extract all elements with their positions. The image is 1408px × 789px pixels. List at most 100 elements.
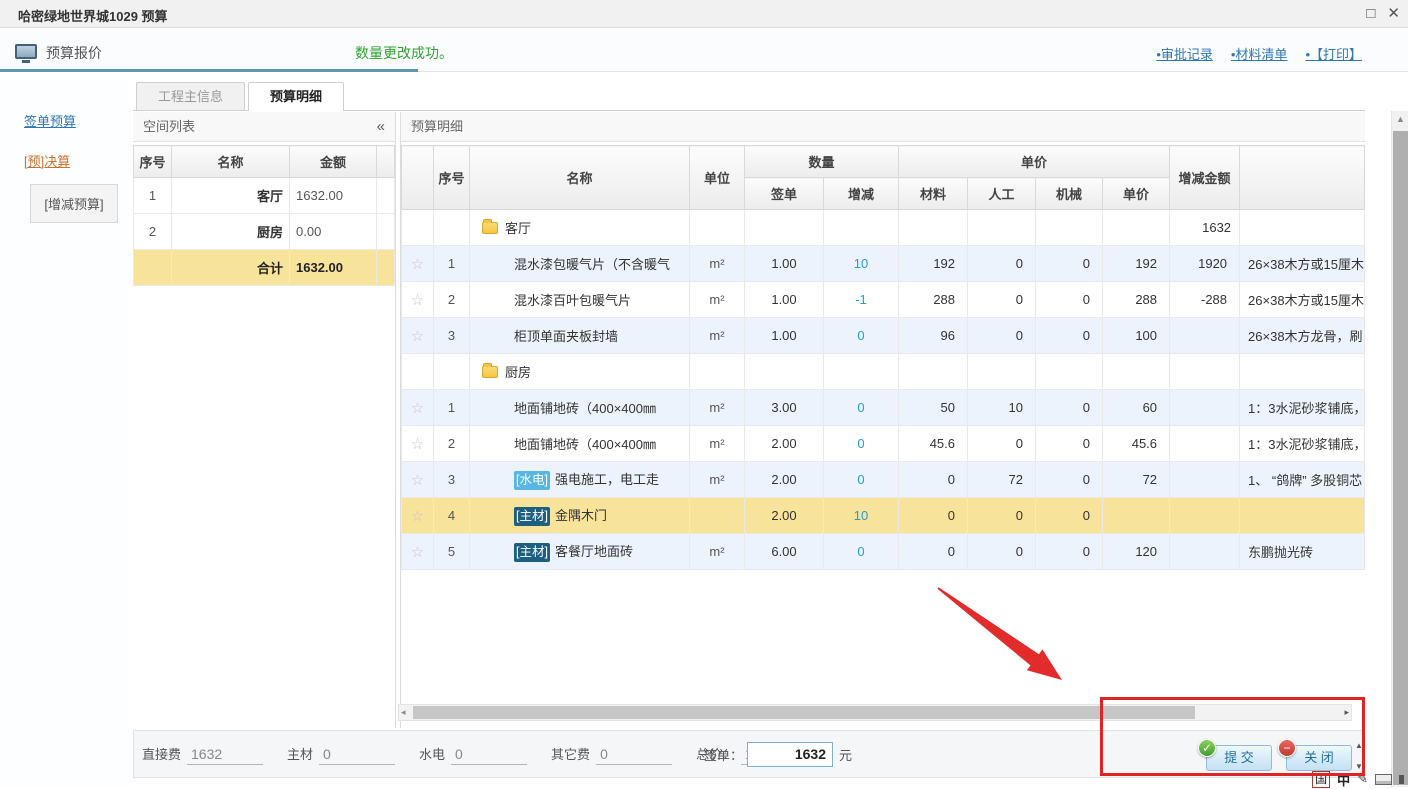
horizontal-scrollbar-thumb[interactable] (413, 706, 1195, 719)
tab-0[interactable]: 工程主信息 (136, 82, 245, 110)
group-row[interactable]: 厨房 (402, 354, 1365, 390)
cell-qty-sign[interactable]: 1.00 (745, 246, 824, 282)
cell-qty-change[interactable]: 0 (824, 318, 899, 354)
cell-change-amount: 1920 (1170, 246, 1240, 282)
cell-qty-change[interactable]: 10 (824, 498, 899, 534)
cell-star: ☆ (402, 534, 434, 570)
horizontal-scrollbar[interactable]: ◂ ▸ (398, 704, 1352, 721)
space-panel-header: 空间列表 « (133, 112, 395, 142)
space-row[interactable]: 1客厅1632.00 (134, 178, 395, 214)
star-icon[interactable]: ☆ (411, 472, 424, 489)
check-icon: ✓ (1198, 739, 1216, 757)
cell-qty-sign[interactable]: 3.00 (745, 390, 824, 426)
vertical-scrollbar-thumb[interactable] (1393, 131, 1408, 785)
detail-row[interactable]: ☆3柜顶单面夹板封墙m²1.000960010026×38木方龙骨，刷 (402, 318, 1365, 354)
cell-qty-sign[interactable]: 1.00 (745, 282, 824, 318)
star-icon[interactable]: ☆ (411, 328, 424, 345)
folder-icon (482, 222, 498, 234)
detail-row[interactable]: ☆3[水电]强电施工，电工走m²2.0000720721、 “鸽牌” 多股铜芯 (402, 462, 1365, 498)
star-icon[interactable]: ☆ (411, 436, 424, 453)
cell-remark: 26×38木方或15厘木 (1240, 282, 1365, 318)
cell-qty-change[interactable]: 0 (824, 390, 899, 426)
group-name-cell: 客厅 (470, 210, 690, 246)
star-icon[interactable]: ☆ (411, 256, 424, 273)
detail-col-material: 材料 (899, 178, 968, 210)
sidebar: 签单预算 [预]决算 [增减预算] (0, 74, 132, 787)
vertical-scrollbar[interactable]: ▲ (1391, 111, 1408, 787)
close-icon[interactable]: ✕ (1387, 4, 1400, 24)
cell-qty-change[interactable]: -1 (824, 282, 899, 318)
detail-row[interactable]: ☆1地面铺地砖（400×400㎜m²3.00050100601：3水泥砂浆铺底， (402, 390, 1365, 426)
mini-scroll-up-icon[interactable]: ▲ (1355, 741, 1367, 750)
ime-country-icon[interactable]: 国 (1312, 771, 1330, 788)
cell-labor: 0 (968, 282, 1036, 318)
group-name: 厨房 (505, 365, 531, 380)
ime-keyboard-icon[interactable] (1375, 774, 1392, 785)
cell-qty-change[interactable]: 0 (824, 426, 899, 462)
mini-vertical-scrollbar[interactable]: ▲ ▼ (1355, 741, 1367, 771)
space-col-spacer (377, 146, 395, 178)
detail-table: 序号 名称 单位 数量 单价 增减金额 签单 增减 材料 人工 机械 单价 客 (401, 145, 1365, 570)
cell-qty-sign[interactable]: 1.00 (745, 318, 824, 354)
star-icon[interactable]: ☆ (411, 292, 424, 309)
sidebar-item-2[interactable]: [增减预算] (30, 184, 118, 223)
cell-material: 0 (899, 534, 968, 570)
tab-1[interactable]: 预算明细 (248, 82, 344, 111)
category-badge: [水电] (514, 471, 550, 490)
star-icon[interactable]: ☆ (411, 508, 424, 525)
footer-field-1: 主材0 (287, 744, 395, 765)
category-badge: [主材] (514, 543, 550, 562)
space-row[interactable]: 2厨房0.00 (134, 214, 395, 250)
item-name-cell: 混水漆包暖气片（不含暖气 (470, 246, 690, 282)
minus-icon: − (1278, 739, 1296, 757)
scroll-right-icon[interactable]: ▸ (1344, 707, 1349, 718)
cell-star (402, 210, 434, 246)
sign-amount-input[interactable] (747, 742, 833, 767)
cell-price: 192 (1103, 246, 1170, 282)
toolbar-link-0[interactable]: •审批记录 (1156, 44, 1213, 63)
cell-remark (1240, 210, 1365, 246)
cell-qty-change[interactable]: 10 (824, 246, 899, 282)
item-name-cell: [主材]客餐厅地面砖 (470, 534, 690, 570)
detail-col-price: 单价 (1103, 178, 1170, 210)
cell-material: 50 (899, 390, 968, 426)
submit-button[interactable]: ✓ 提 交 (1206, 745, 1272, 771)
cell-qty-sign[interactable]: 6.00 (745, 534, 824, 570)
cell-machine: 0 (1036, 318, 1103, 354)
ime-pen-icon[interactable]: ✎ (1357, 771, 1368, 787)
category-badge: [主材] (514, 507, 550, 526)
cell-qty-change[interactable]: 0 (824, 462, 899, 498)
maximize-icon[interactable]: □ (1366, 4, 1375, 24)
cell-qty-sign[interactable]: 2.00 (745, 462, 824, 498)
sign-field: 签单： 元 (704, 731, 852, 777)
star-icon[interactable]: ☆ (411, 544, 424, 561)
toolbar-link-1[interactable]: •材料清单 (1231, 44, 1288, 63)
group-row[interactable]: 客厅1632 (402, 210, 1365, 246)
ime-language-label[interactable]: 中 (1337, 770, 1350, 789)
star-icon[interactable]: ☆ (411, 400, 424, 417)
ime-handle-icon[interactable] (1399, 775, 1404, 784)
detail-row[interactable]: ☆4[主材]金隅木门2.0010000 (402, 498, 1365, 534)
cell-machine: 0 (1036, 498, 1103, 534)
detail-row[interactable]: ☆2地面铺地砖（400×400㎜m²2.00045.60045.61：3水泥砂浆… (402, 426, 1365, 462)
cell-price: 288 (1103, 282, 1170, 318)
cell-remark: 26×38木方龙骨，刷 (1240, 318, 1365, 354)
collapse-panel-icon[interactable]: « (377, 112, 385, 142)
cell-qty-sign[interactable]: 2.00 (745, 426, 824, 462)
cell-material: 96 (899, 318, 968, 354)
space-total-row: 合计1632.00 (134, 250, 395, 286)
sidebar-item-0[interactable]: 签单预算 (24, 111, 76, 130)
detail-col-labor: 人工 (968, 178, 1036, 210)
close-button[interactable]: − 关 闭 (1286, 745, 1352, 771)
scroll-up-icon[interactable]: ▲ (1396, 114, 1405, 124)
close-button-label: 关 闭 (1304, 750, 1334, 765)
cell-qty-change[interactable]: 0 (824, 534, 899, 570)
detail-row[interactable]: ☆5[主材]客餐厅地面砖m²6.000000120东鹏抛光砖 (402, 534, 1365, 570)
cell-remark (1240, 354, 1365, 390)
toolbar-link-2[interactable]: •【打印】 (1305, 44, 1362, 63)
scroll-left-icon[interactable]: ◂ (401, 707, 406, 718)
sidebar-item-1[interactable]: [预]决算 (24, 151, 70, 170)
detail-row[interactable]: ☆2混水漆百叶包暖气片m²1.00-128800288-28826×38木方或1… (402, 282, 1365, 318)
detail-row[interactable]: ☆1混水漆包暖气片（不含暖气m²1.001019200192192026×38木… (402, 246, 1365, 282)
cell-qty-sign[interactable]: 2.00 (745, 498, 824, 534)
